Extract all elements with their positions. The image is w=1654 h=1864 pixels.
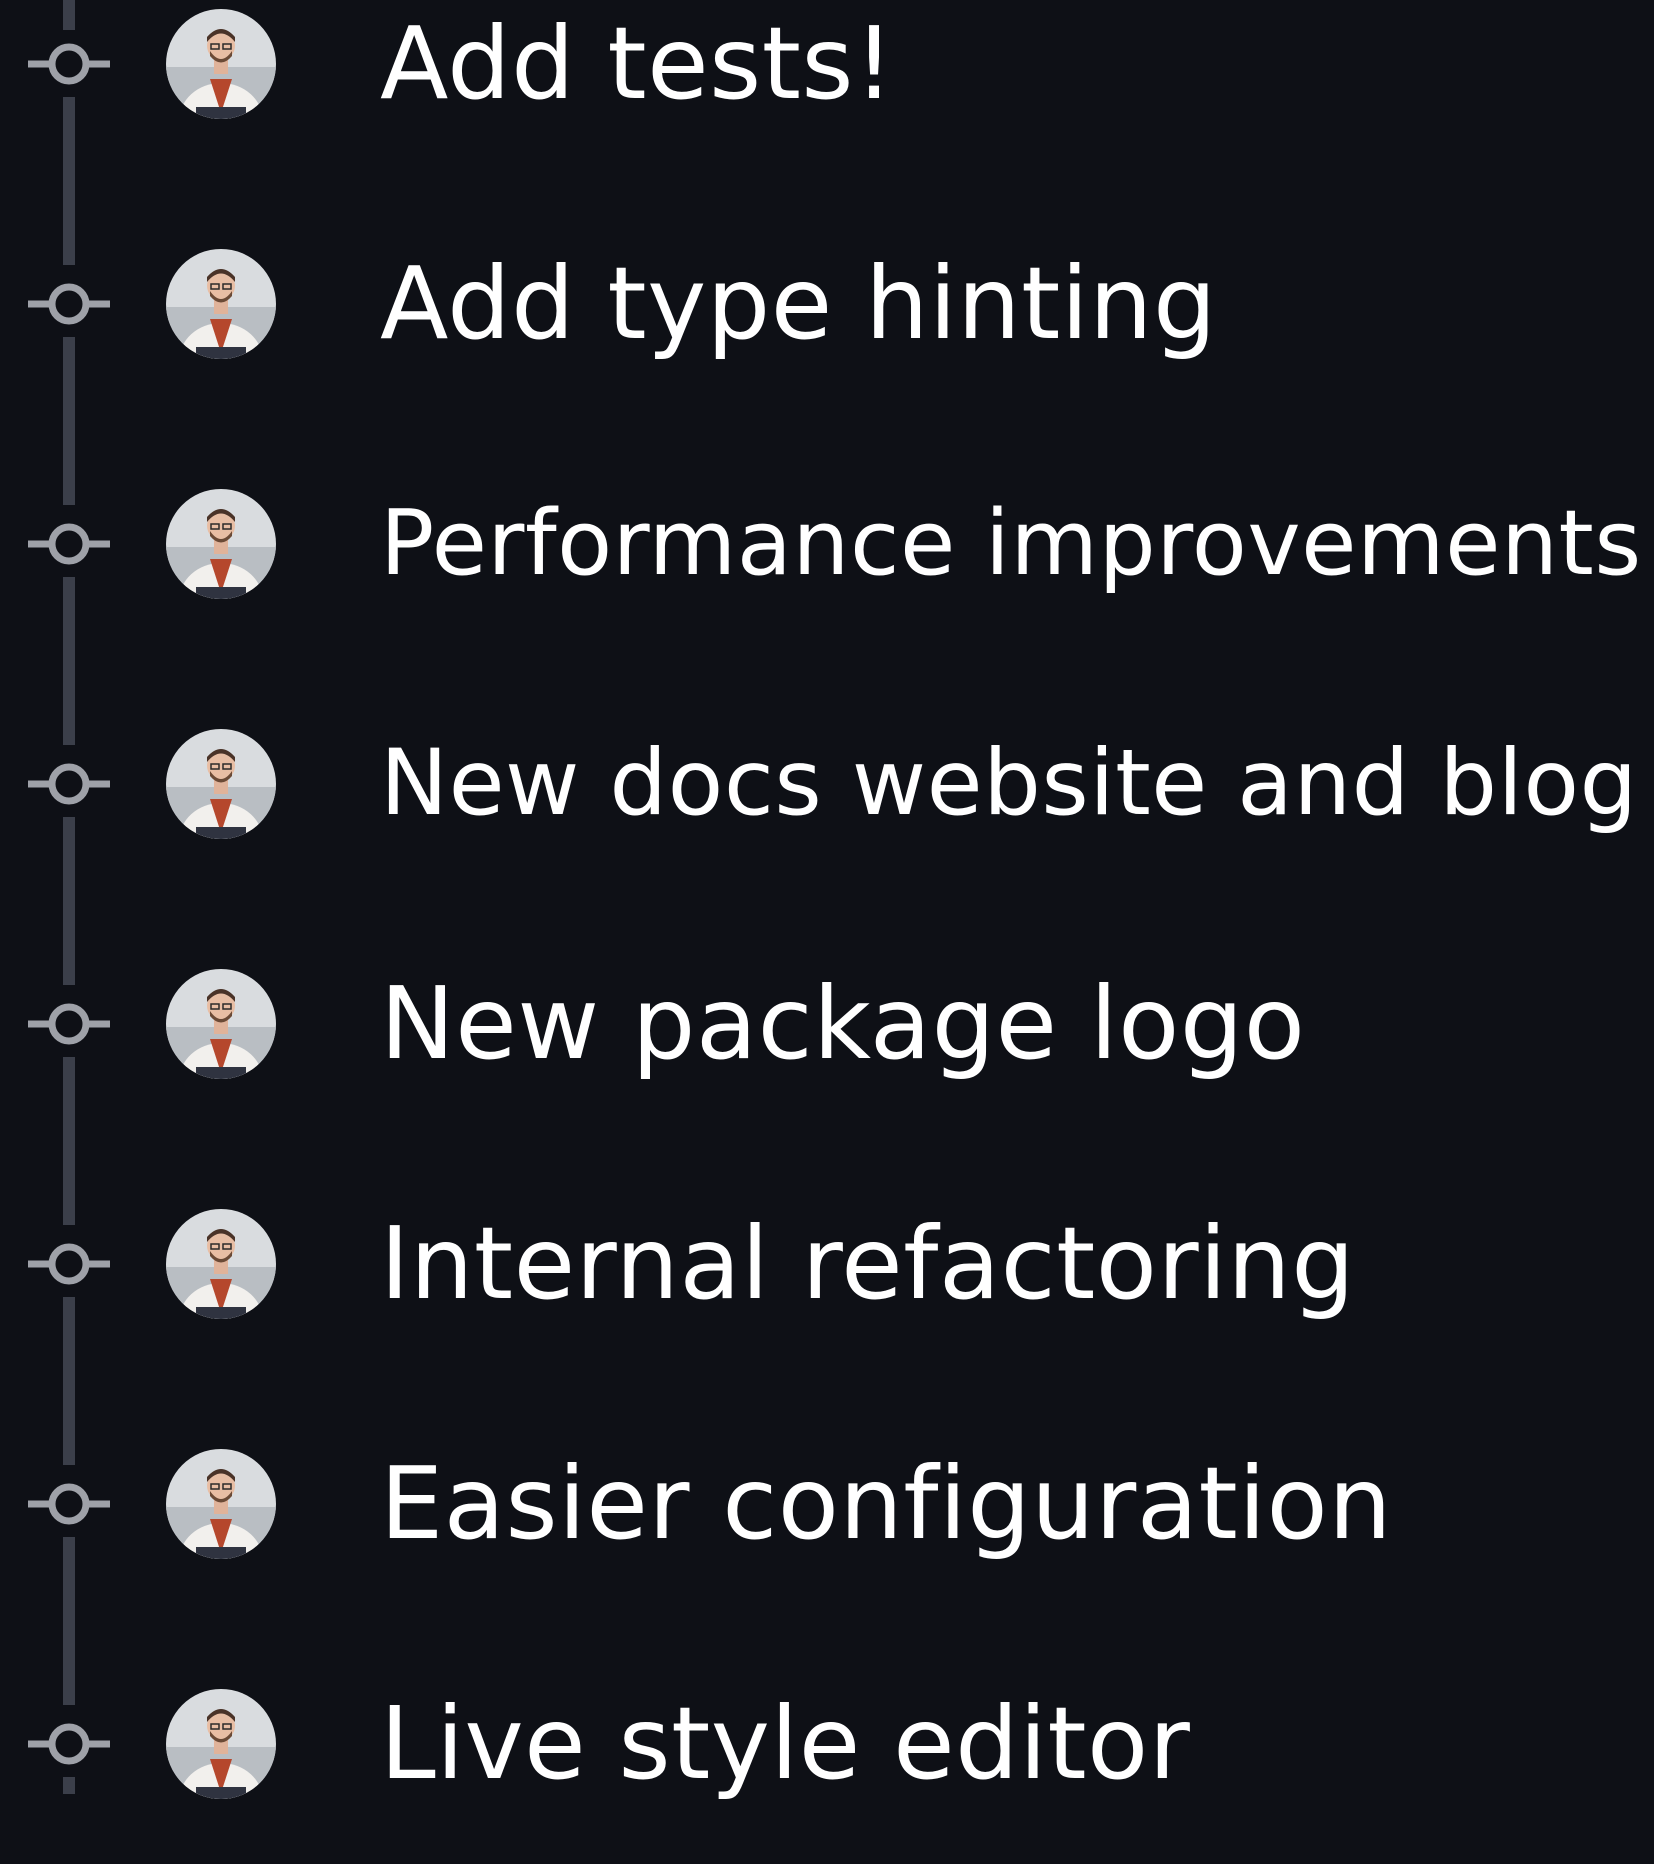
commit-message[interactable]: Performance improvements — [380, 484, 1642, 604]
commit-message[interactable]: New package logo — [380, 964, 1305, 1084]
author-avatar[interactable] — [166, 1209, 276, 1319]
commit-row[interactable]: New package logo — [0, 904, 1654, 1144]
author-avatar[interactable] — [166, 249, 276, 359]
commit-message[interactable]: New docs website and blog — [380, 724, 1638, 844]
author-avatar[interactable] — [166, 489, 276, 599]
commit-message[interactable]: Live style editor — [380, 1684, 1190, 1804]
author-avatar[interactable] — [166, 1689, 276, 1799]
commit-message[interactable]: Internal refactoring — [380, 1204, 1355, 1324]
git-commit-icon — [28, 759, 110, 809]
commit-row[interactable]: Live style editor — [0, 1624, 1654, 1864]
author-avatar[interactable] — [166, 969, 276, 1079]
git-commit-icon — [28, 1719, 110, 1769]
git-commit-icon — [28, 39, 110, 89]
git-commit-icon — [28, 1239, 110, 1289]
commit-row[interactable]: Add tests! — [0, 0, 1654, 184]
commit-row[interactable]: Internal refactoring — [0, 1144, 1654, 1384]
commit-row[interactable]: New docs website and blog — [0, 664, 1654, 904]
commit-row[interactable]: Easier configuration — [0, 1384, 1654, 1624]
git-commit-icon — [28, 999, 110, 1049]
commit-timeline: Add tests! Add type hinting Performance … — [0, 0, 1654, 1802]
commit-message[interactable]: Add type hinting — [380, 244, 1217, 364]
author-avatar[interactable] — [166, 729, 276, 839]
author-avatar[interactable] — [166, 1449, 276, 1559]
git-commit-icon — [28, 519, 110, 569]
commit-row[interactable]: Performance improvements — [0, 424, 1654, 664]
commit-row[interactable]: Add type hinting — [0, 184, 1654, 424]
git-commit-icon — [28, 1479, 110, 1529]
author-avatar[interactable] — [166, 9, 276, 119]
commit-message[interactable]: Add tests! — [380, 4, 895, 124]
commit-message[interactable]: Easier configuration — [380, 1444, 1392, 1564]
git-commit-icon — [28, 279, 110, 329]
